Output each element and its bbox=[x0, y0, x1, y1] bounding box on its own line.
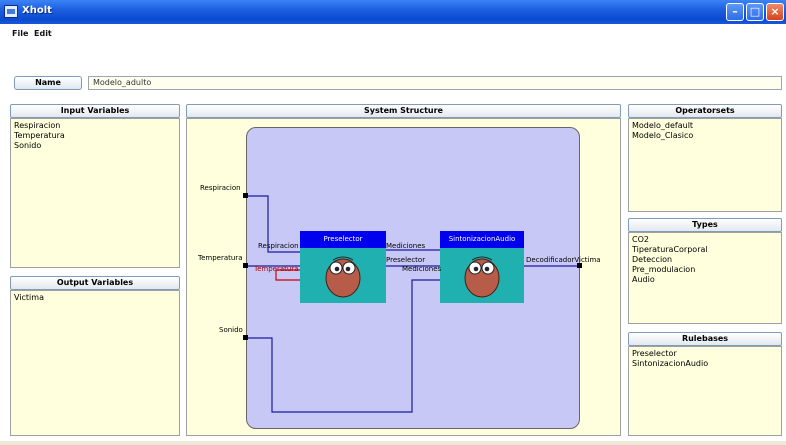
list-item[interactable]: Audio bbox=[632, 275, 778, 285]
input-port-sonido bbox=[243, 335, 248, 340]
port-label-out-decodificador: DecodificadorVictima bbox=[526, 256, 601, 264]
port-label-in-respiracion: Respiracion bbox=[258, 242, 299, 250]
list-item[interactable]: SintonizacionAudio bbox=[632, 359, 778, 369]
port-label-out-mediciones: Mediciones bbox=[386, 242, 426, 250]
block-body bbox=[300, 248, 386, 303]
operatorsets-list: Modelo_default Modelo_Clasico bbox=[628, 118, 782, 212]
block-title: Preselector bbox=[300, 231, 386, 248]
input-label-sonido: Sonido bbox=[219, 326, 243, 334]
rulebase-block-sintonizacion-audio[interactable]: SintonizacionAudio bbox=[440, 231, 524, 303]
rulebase-block-preselector[interactable]: Preselector bbox=[300, 231, 386, 303]
input-label-temperatura: Temperatura bbox=[198, 254, 243, 262]
port-label-out-preselector: Preselector bbox=[386, 256, 426, 264]
input-label-respiracion: Respiracion bbox=[200, 184, 241, 192]
types-list: CO2 TiperaturaCorporal Deteccion Pre_mod… bbox=[628, 232, 782, 324]
input-port-respiracion bbox=[243, 193, 248, 198]
window-bottom-border bbox=[0, 441, 786, 445]
operatorsets-header: Operatorsets bbox=[628, 104, 782, 118]
list-item[interactable]: Pre_modulacion bbox=[632, 265, 778, 275]
list-item[interactable]: Preselector bbox=[632, 349, 778, 359]
block-body bbox=[440, 248, 524, 303]
port-label-in-temperatura: Temperatura bbox=[254, 265, 299, 273]
rulebases-list: Preselector SintonizacionAudio bbox=[628, 346, 782, 436]
brain-mascot-icon bbox=[325, 256, 361, 298]
rulebases-header: Rulebases bbox=[628, 332, 782, 346]
port-label-in-mediciones: Mediciones bbox=[402, 265, 442, 273]
brain-mascot-icon bbox=[464, 256, 500, 298]
list-item[interactable]: TiperaturaCorporal bbox=[632, 245, 778, 255]
list-item[interactable]: Modelo_Clasico bbox=[632, 131, 778, 141]
block-title: SintonizacionAudio bbox=[440, 231, 524, 248]
types-header: Types bbox=[628, 218, 782, 232]
list-item[interactable]: Modelo_default bbox=[632, 121, 778, 131]
xfuzzy-window: Xholt – □ × File Edit Name Modelo_adulto… bbox=[0, 0, 786, 445]
list-item[interactable]: Deteccion bbox=[632, 255, 778, 265]
list-item[interactable]: CO2 bbox=[632, 235, 778, 245]
input-port-temperatura bbox=[243, 263, 248, 268]
